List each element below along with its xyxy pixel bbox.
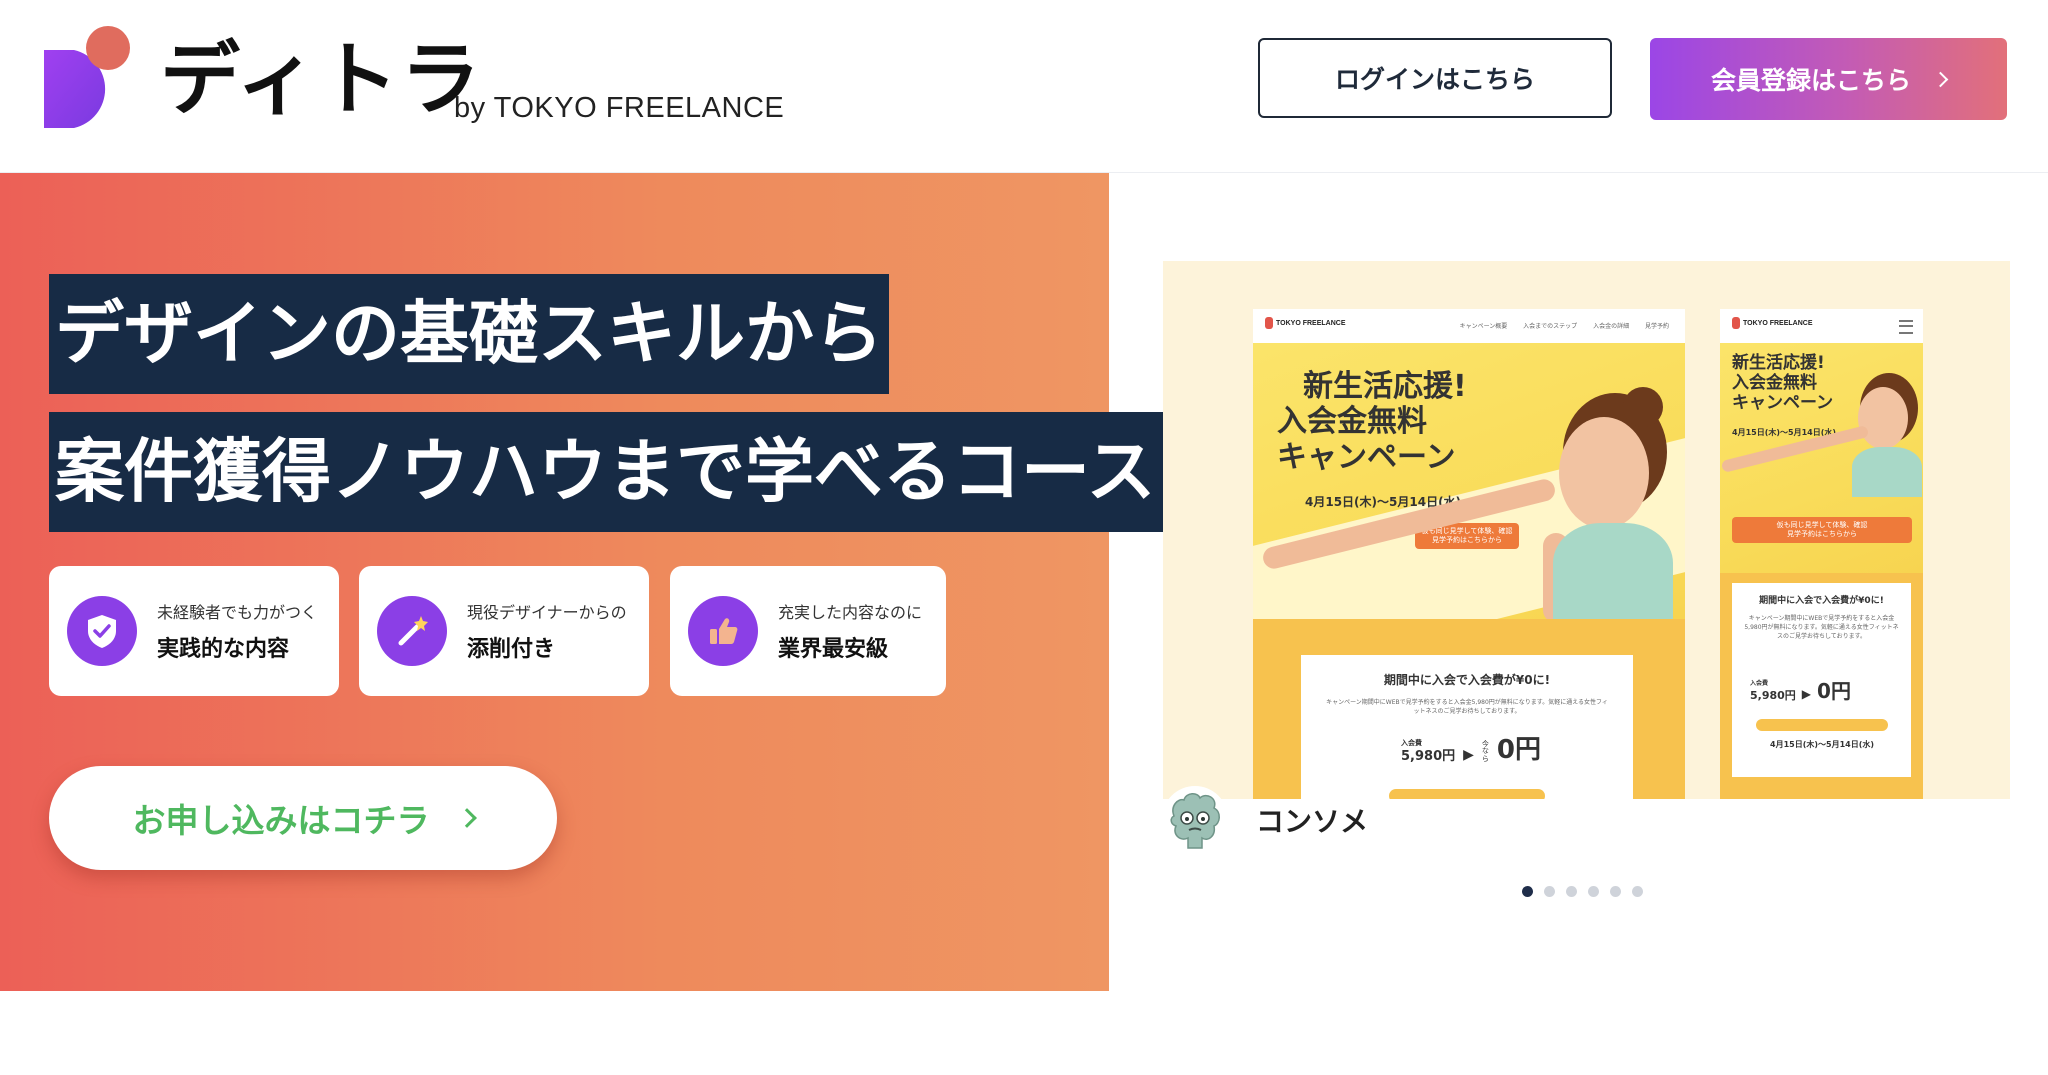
mockup-pill: 仮も同じ見学して体験、確認 見学予約はこちらから — [1732, 517, 1912, 544]
apply-button-label: お申し込みはコチラ — [132, 801, 430, 840]
register-button-label: 会員登録はこちら — [1710, 66, 1911, 95]
mockup-logo: TOKYO FREELANCE — [1732, 317, 1813, 329]
carousel-pagination — [1522, 886, 1643, 897]
feature-title: 業界最安級 — [778, 637, 889, 662]
carousel-dot[interactable] — [1632, 886, 1643, 897]
hero-headline-line1: デザインの基礎スキルから — [49, 274, 889, 394]
mockup-header: TOKYO FREELANCE — [1720, 309, 1923, 343]
feature-card-review: 現役デザイナーからの 添削付き — [359, 566, 649, 696]
mockup-title: 新生活応援! 入会金無料 キャンペーン — [1277, 369, 1467, 475]
feature-subtext: 未経験者でも力がつく — [157, 603, 318, 622]
site-header: ディトラ by TOKYO FREELANCE ログインはこちら 会員登録はこち… — [0, 0, 2048, 173]
carousel-dot[interactable] — [1522, 886, 1533, 897]
mockup-hero: 新生活応援! 入会金無料 キャンペーン 4月15日(木)〜5月14日(水) 仮も… — [1253, 343, 1685, 684]
carousel-dot[interactable] — [1566, 886, 1577, 897]
carousel-dot[interactable] — [1544, 886, 1555, 897]
carousel-dot[interactable] — [1588, 886, 1599, 897]
mockup-hero: 新生活応援! 入会金無料 キャンペーン 4月15日(木)〜5月14日(水) 仮も… — [1720, 343, 1923, 573]
feature-title: 実践的な内容 — [157, 637, 290, 662]
author-avatar[interactable] — [1162, 786, 1228, 852]
mockup-nav: キャンペーン概要 入会までのステップ 入会金の詳細 見学予約 — [1459, 323, 1669, 330]
register-button[interactable]: 会員登録はこちら — [1650, 38, 2007, 120]
mockup-logo: TOKYO FREELANCE — [1265, 317, 1346, 329]
shield-check-icon — [67, 596, 137, 666]
apply-button[interactable]: お申し込みはコチラ — [49, 766, 557, 870]
brand-name[interactable]: ディトラ — [160, 40, 482, 120]
mockup-panel: 期間中に入会で入会費が¥0に! キャンペーン期間中にWEBで見学予約をすると入会… — [1720, 573, 1923, 799]
ditora-logo-icon[interactable] — [44, 24, 136, 128]
mockup-header: TOKYO FREELANCE キャンペーン概要 入会までのステップ 入会金の詳… — [1253, 309, 1685, 343]
feature-title: 添削付き — [467, 637, 556, 662]
mobile-mockup-image: TOKYO FREELANCE 新生活応援! 入会金無料 キャンペーン 4月15… — [1720, 309, 1923, 799]
feature-card-practical: 未経験者でも力がつく 実践的な内容 — [49, 566, 339, 696]
feature-card-price: 充実した内容なのに 業界最安級 — [670, 566, 946, 696]
chevron-right-icon — [456, 808, 477, 828]
portfolio-slide[interactable]: TOKYO FREELANCE キャンペーン概要 入会までのステップ 入会金の詳… — [1163, 261, 2010, 799]
brand-subtitle: by TOKYO FREELANCE — [454, 92, 785, 124]
login-button[interactable]: ログインはこちら — [1258, 38, 1612, 118]
desktop-mockup-image: TOKYO FREELANCE キャンペーン概要 入会までのステップ 入会金の詳… — [1253, 309, 1685, 799]
author-name[interactable]: コンソメ — [1256, 800, 1368, 840]
mockup-panel: 期間中に入会で入会費が¥0に! キャンペーン期間中にWEBで見学予約をすると入会… — [1253, 619, 1685, 799]
mockup-title: 新生活応援! 入会金無料 キャンペーン — [1732, 353, 1834, 414]
carousel-dot[interactable] — [1610, 886, 1621, 897]
login-button-label: ログインはこちら — [1334, 65, 1535, 94]
feature-subtext: 現役デザイナーからの — [467, 603, 627, 622]
feature-subtext: 充実した内容なのに — [778, 603, 923, 622]
hero-headline-line2: 案件獲得ノウハウまで学べるコース! — [49, 412, 1194, 532]
chevron-right-icon — [1932, 71, 1949, 87]
thumbs-up-icon — [688, 596, 758, 666]
magic-wand-icon — [377, 596, 447, 666]
